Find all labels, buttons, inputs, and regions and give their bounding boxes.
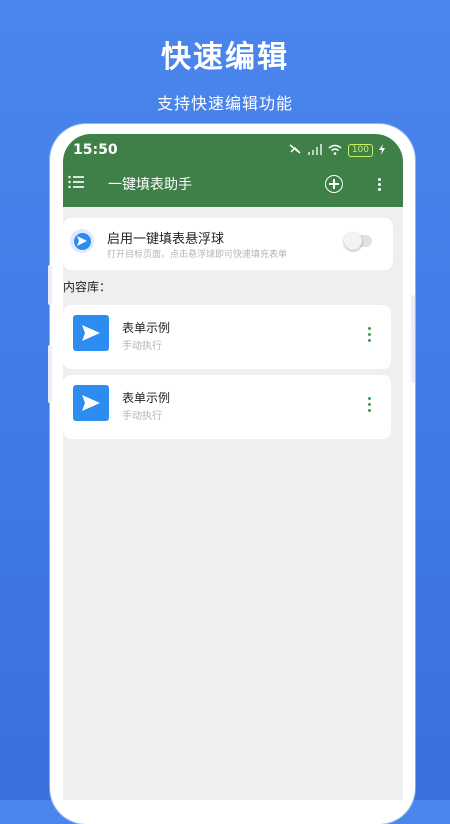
send-icon — [70, 229, 94, 253]
charging-icon — [379, 143, 385, 158]
item-title: 表单示例 — [122, 321, 171, 335]
item-more-icon[interactable] — [368, 397, 371, 415]
list-item[interactable]: 表单示例 手动执行 — [63, 375, 391, 439]
phone-screen: 15:50 100 一键填表助手 启用一键填表悬浮球 打开目标页面，点击悬浮球即… — [63, 134, 403, 800]
list-item[interactable]: 表单示例 手动执行 — [63, 305, 391, 369]
status-icons: 100 — [288, 143, 385, 158]
floating-ball-switch[interactable] — [344, 232, 372, 250]
item-subtitle: 手动执行 — [122, 411, 162, 422]
switch-knob — [344, 232, 362, 250]
status-time: 15:50 — [73, 142, 118, 158]
phone-side-button — [411, 295, 415, 383]
item-subtitle: 手动执行 — [122, 341, 162, 352]
library-label: 内容库： — [63, 280, 112, 294]
phone-side-button — [48, 265, 52, 305]
send-icon — [73, 385, 109, 421]
item-more-icon[interactable] — [368, 327, 371, 345]
promo-subline: 支持快速编辑功能 — [156, 94, 293, 113]
signal-icon — [307, 143, 322, 158]
battery-icon: 100 — [347, 144, 373, 157]
floating-ball-card: 启用一键填表悬浮球 打开目标页面，点击悬浮球即可快速填充表单 — [63, 218, 393, 270]
send-icon — [73, 315, 109, 351]
app-title: 一键填表助手 — [108, 177, 192, 193]
wifi-icon — [328, 144, 342, 158]
promo-headline: 快速编辑 — [161, 40, 289, 75]
item-title: 表单示例 — [122, 391, 171, 405]
floating-ball-description: 打开目标页面，点击悬浮球即可快速填充表单 — [107, 250, 288, 260]
add-icon[interactable] — [325, 175, 343, 193]
menu-icon[interactable] — [68, 174, 84, 189]
no-sim-icon — [288, 143, 302, 158]
more-vert-icon[interactable] — [378, 178, 381, 193]
floating-ball-title: 启用一键填表悬浮球 — [107, 232, 225, 247]
app-bar: 15:50 100 一键填表助手 — [63, 134, 403, 207]
phone-side-button — [48, 345, 52, 403]
